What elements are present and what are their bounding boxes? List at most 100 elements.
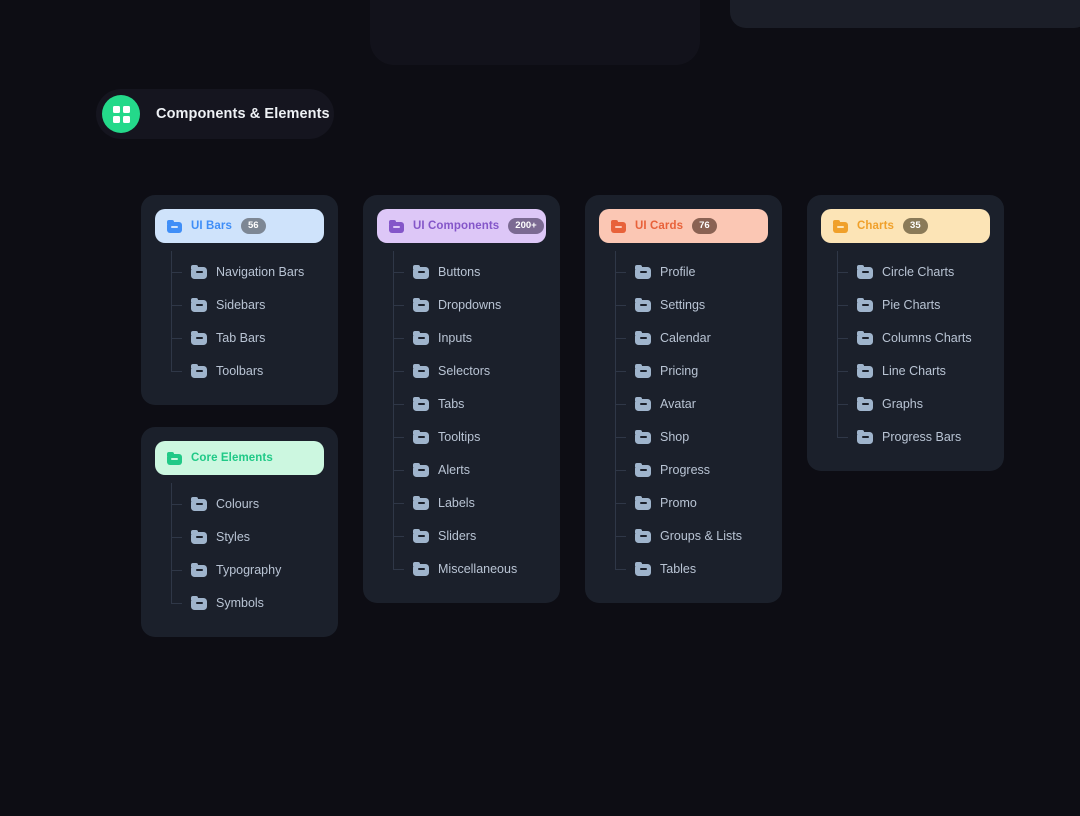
tree-item[interactable]: Avatar bbox=[635, 387, 768, 420]
tree-item[interactable]: Sliders bbox=[413, 519, 546, 552]
page-title-pill: Components & Elements bbox=[96, 89, 334, 139]
tree-item-label: Pie Charts bbox=[882, 298, 940, 312]
tree-item[interactable]: Colours bbox=[191, 487, 324, 520]
card-title: UI Bars bbox=[191, 220, 232, 232]
card-header-charts[interactable]: Charts35 bbox=[821, 209, 990, 243]
folder-icon bbox=[857, 331, 873, 345]
tree-item[interactable]: Tables bbox=[635, 552, 768, 585]
tree-item[interactable]: Columns Charts bbox=[857, 321, 990, 354]
card-ui-components: UI Components 200+ Buttons Dropdowns Inputs S… bbox=[363, 195, 560, 603]
tree-item[interactable]: Sidebars bbox=[191, 288, 324, 321]
tree-connector bbox=[837, 371, 848, 372]
folder-icon bbox=[167, 220, 182, 233]
tree-connector bbox=[171, 371, 182, 372]
tree-item-label: Sliders bbox=[438, 529, 476, 543]
tree-item-label: Profile bbox=[660, 265, 695, 279]
folder-icon bbox=[635, 298, 651, 312]
card-count-badge: 76 bbox=[692, 218, 717, 234]
folder-icon bbox=[413, 331, 429, 345]
tree-connector bbox=[393, 305, 404, 306]
tree-item[interactable]: Graphs bbox=[857, 387, 990, 420]
tree-item-label: Dropdowns bbox=[438, 298, 501, 312]
folder-icon bbox=[611, 220, 626, 233]
tree-item[interactable]: Miscellaneous bbox=[413, 552, 546, 585]
tree-item[interactable]: Tabs bbox=[413, 387, 546, 420]
tree-item-label: Selectors bbox=[438, 364, 490, 378]
tree-item[interactable]: Toolbars bbox=[191, 354, 324, 387]
tree-item[interactable]: Settings bbox=[635, 288, 768, 321]
tree-connector bbox=[615, 371, 626, 372]
folder-icon bbox=[635, 364, 651, 378]
tree-connector bbox=[615, 404, 626, 405]
folder-icon bbox=[191, 563, 207, 577]
card-title: Charts bbox=[857, 220, 894, 232]
tree-connector bbox=[615, 470, 626, 471]
tree-item[interactable]: Shop bbox=[635, 420, 768, 453]
folder-icon bbox=[857, 397, 873, 411]
tree-item[interactable]: Tooltips bbox=[413, 420, 546, 453]
folder-tree: Navigation Bars Sidebars Tab BarsToolbars bbox=[155, 255, 324, 387]
tree-item[interactable]: Progress Bars bbox=[857, 420, 990, 453]
tree-connector bbox=[615, 437, 626, 438]
tree-connector bbox=[837, 338, 848, 339]
tree-connector bbox=[171, 272, 182, 273]
tree-spine bbox=[171, 251, 172, 371]
folder-icon bbox=[857, 430, 873, 444]
card-header-ui-components[interactable]: UI Components 200+ bbox=[377, 209, 546, 243]
tree-item-label: Alerts bbox=[438, 463, 470, 477]
tree-item[interactable]: Circle Charts bbox=[857, 255, 990, 288]
tree-item-label: Avatar bbox=[660, 397, 696, 411]
tree-item[interactable]: Line Charts bbox=[857, 354, 990, 387]
folder-tree: Buttons Dropdowns Inputs Selectors TabsToolt… bbox=[377, 255, 546, 585]
card-header-ui-bars[interactable]: UI Bars56 bbox=[155, 209, 324, 243]
column: UI Cards76 Profile Settings Calendar Pricing… bbox=[585, 195, 782, 603]
tree-item[interactable]: Profile bbox=[635, 255, 768, 288]
folder-icon bbox=[191, 497, 207, 511]
folder-icon bbox=[413, 496, 429, 510]
tree-item[interactable]: Tab Bars bbox=[191, 321, 324, 354]
tree-item[interactable]: Buttons bbox=[413, 255, 546, 288]
tree-connector bbox=[393, 569, 404, 570]
card-core-elements: Core Elements ColoursStylesTypographySymb… bbox=[141, 427, 338, 637]
folder-icon bbox=[635, 331, 651, 345]
tree-item-label: Settings bbox=[660, 298, 705, 312]
folder-tree: Circle Charts Pie Charts Columns ChartsLin… bbox=[821, 255, 990, 453]
tree-connector bbox=[615, 536, 626, 537]
folder-icon bbox=[857, 298, 873, 312]
tree-item[interactable]: Styles bbox=[191, 520, 324, 553]
tree-item-label: Pricing bbox=[660, 364, 698, 378]
tree-item-label: Sidebars bbox=[216, 298, 265, 312]
tree-item[interactable]: Promo bbox=[635, 486, 768, 519]
tree-item[interactable]: Alerts bbox=[413, 453, 546, 486]
card-header-ui-cards[interactable]: UI Cards76 bbox=[599, 209, 768, 243]
tree-item[interactable]: Pie Charts bbox=[857, 288, 990, 321]
card-ui-bars: UI Bars56 Navigation Bars Sidebars Tab Bars… bbox=[141, 195, 338, 405]
tree-item[interactable]: Labels bbox=[413, 486, 546, 519]
grid-icon bbox=[102, 95, 140, 133]
tree-item[interactable]: Inputs bbox=[413, 321, 546, 354]
tree-item[interactable]: Dropdowns bbox=[413, 288, 546, 321]
card-count-badge: 200+ bbox=[508, 218, 543, 234]
tree-connector bbox=[615, 305, 626, 306]
tree-connector bbox=[615, 272, 626, 273]
tree-item[interactable]: Progress bbox=[635, 453, 768, 486]
card-header-core-elements[interactable]: Core Elements bbox=[155, 441, 324, 475]
folder-icon bbox=[857, 265, 873, 279]
tree-item[interactable]: Groups & Lists bbox=[635, 519, 768, 552]
card-title: UI Components bbox=[413, 220, 499, 232]
column: Charts35 Circle Charts Pie Charts Columns C… bbox=[807, 195, 1004, 471]
tree-connector bbox=[837, 404, 848, 405]
folder-icon bbox=[389, 220, 404, 233]
folder-icon bbox=[857, 364, 873, 378]
folder-icon bbox=[413, 529, 429, 543]
page-title: Components & Elements bbox=[156, 106, 330, 122]
tree-item[interactable]: Typography bbox=[191, 553, 324, 586]
tree-item[interactable]: Calendar bbox=[635, 321, 768, 354]
tree-item[interactable]: Selectors bbox=[413, 354, 546, 387]
tree-item[interactable]: Pricing bbox=[635, 354, 768, 387]
tree-connector bbox=[837, 437, 848, 438]
tree-item[interactable]: Navigation Bars bbox=[191, 255, 324, 288]
folder-icon bbox=[413, 298, 429, 312]
tree-item[interactable]: Symbols bbox=[191, 586, 324, 619]
tree-item-label: Progress bbox=[660, 463, 710, 477]
